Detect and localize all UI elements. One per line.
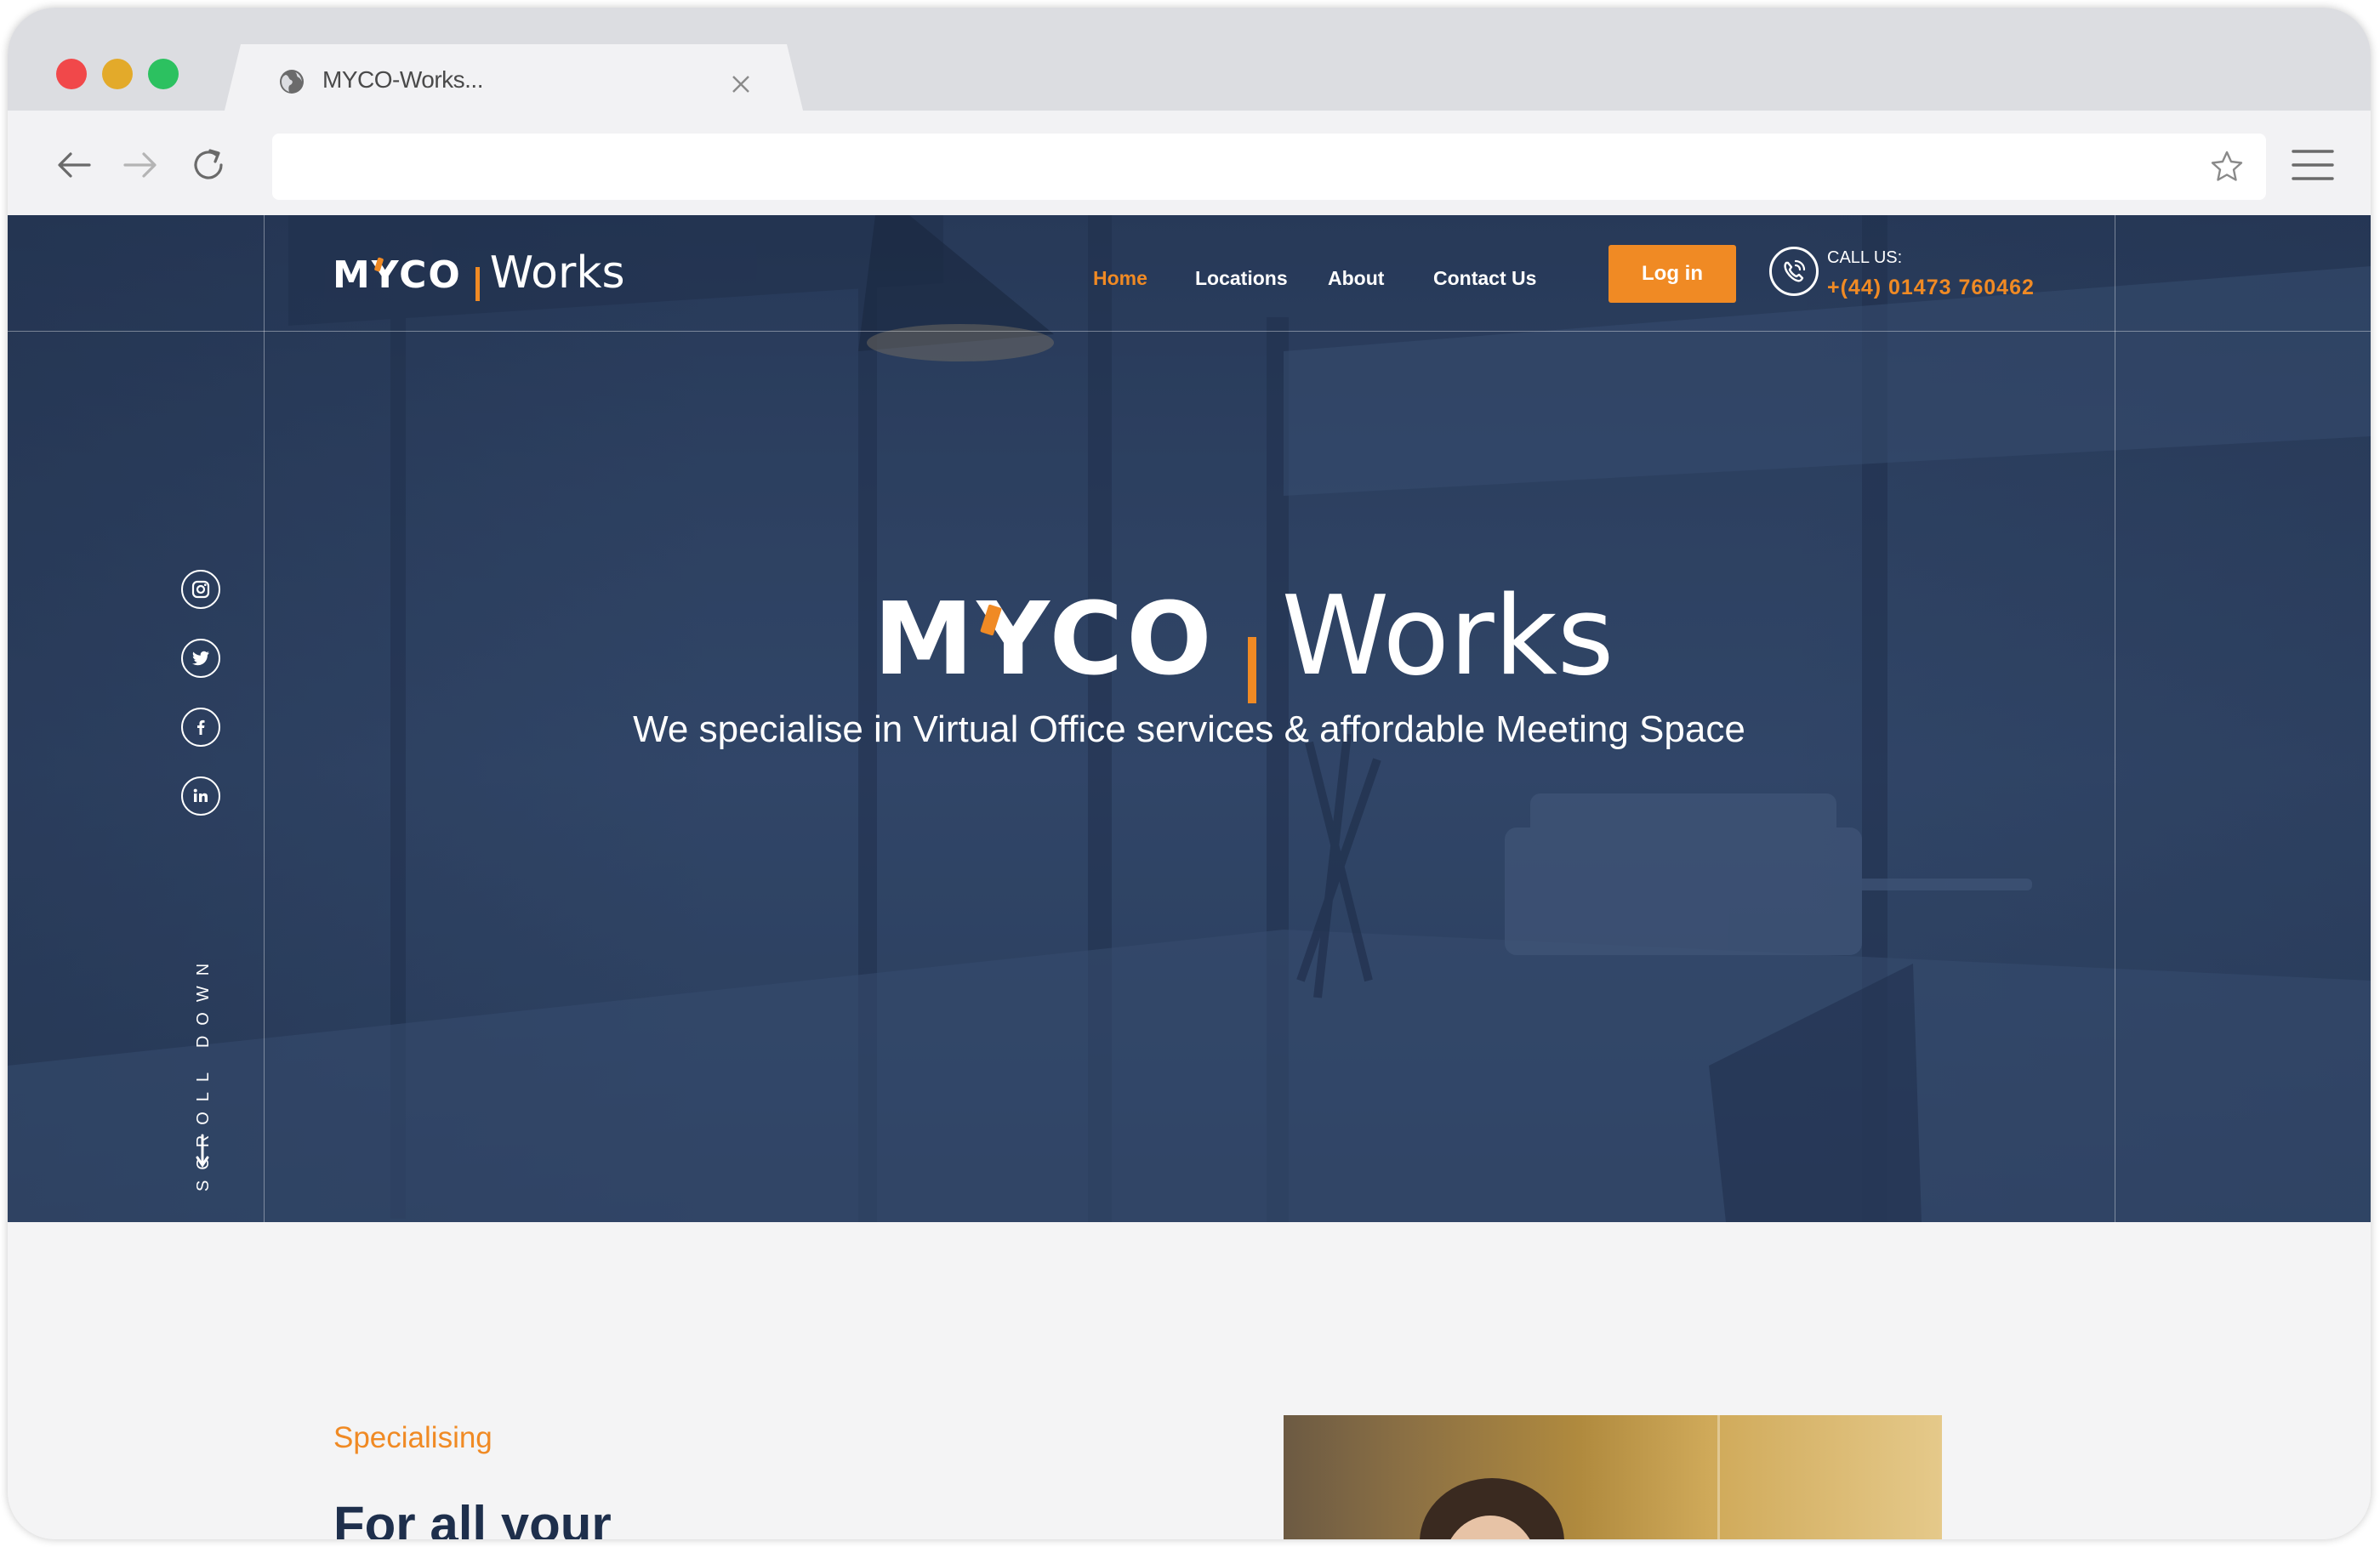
- menu-icon[interactable]: [2292, 148, 2334, 182]
- nav-home[interactable]: Home: [1093, 263, 1147, 293]
- hero-section: MYCO Works Home Locations About Contact U…: [8, 215, 2371, 1222]
- call-us-label: CALL US:: [1827, 248, 1903, 267]
- hero-logo-mark: MYCO: [874, 580, 1216, 697]
- header-divider: [8, 331, 2371, 332]
- forward-icon[interactable]: [122, 146, 159, 184]
- site-logo[interactable]: MYCO Works: [333, 247, 625, 301]
- browser-tab[interactable]: MYCO-Works...: [222, 44, 806, 121]
- tab-title: MYCO-Works...: [322, 66, 483, 93]
- arrow-down-icon[interactable]: [196, 1134, 209, 1168]
- section-heading: For all your: [333, 1496, 612, 1539]
- section-eyebrow: Specialising: [333, 1421, 493, 1454]
- hero-logo-separator: [1247, 636, 1256, 703]
- phone-icon[interactable]: [1769, 247, 1819, 296]
- login-button[interactable]: Log in: [1608, 245, 1736, 303]
- hero-logo: MYCO Works: [874, 580, 1614, 703]
- hero-logo-word: Works: [1281, 573, 1614, 700]
- twitter-icon[interactable]: [181, 639, 220, 678]
- phone-number[interactable]: +(44) 01473 760462: [1827, 275, 2035, 300]
- minimize-window-button[interactable]: [102, 59, 133, 89]
- nav-locations[interactable]: Locations: [1195, 263, 1288, 293]
- logo-mark: MYCO: [333, 253, 462, 297]
- address-bar[interactable]: [272, 134, 2266, 200]
- browser-toolbar: [8, 111, 2371, 215]
- instagram-icon[interactable]: [181, 570, 220, 609]
- logo-word: Works: [489, 247, 625, 299]
- globe-icon: [280, 70, 304, 94]
- close-window-button[interactable]: [56, 59, 87, 89]
- close-icon[interactable]: [731, 74, 751, 94]
- star-icon[interactable]: [2210, 150, 2244, 184]
- logo-separator: [475, 266, 480, 301]
- tab-strip: MYCO-Works...: [8, 8, 2371, 121]
- maximize-window-button[interactable]: [148, 59, 179, 89]
- section-photo: [1284, 1415, 1942, 1539]
- hero-tagline: We specialise in Virtual Office services…: [633, 708, 1745, 750]
- reload-icon[interactable]: [190, 146, 227, 184]
- back-icon[interactable]: [55, 146, 93, 184]
- nav-about[interactable]: About: [1328, 263, 1384, 293]
- nav-contact-us[interactable]: Contact Us: [1433, 263, 1536, 293]
- browser-window: MYCO-Works... MYCO Works Home Locations …: [8, 8, 2371, 1539]
- linkedin-icon[interactable]: [181, 776, 220, 816]
- specialising-section: Specialising For all your: [8, 1222, 2371, 1539]
